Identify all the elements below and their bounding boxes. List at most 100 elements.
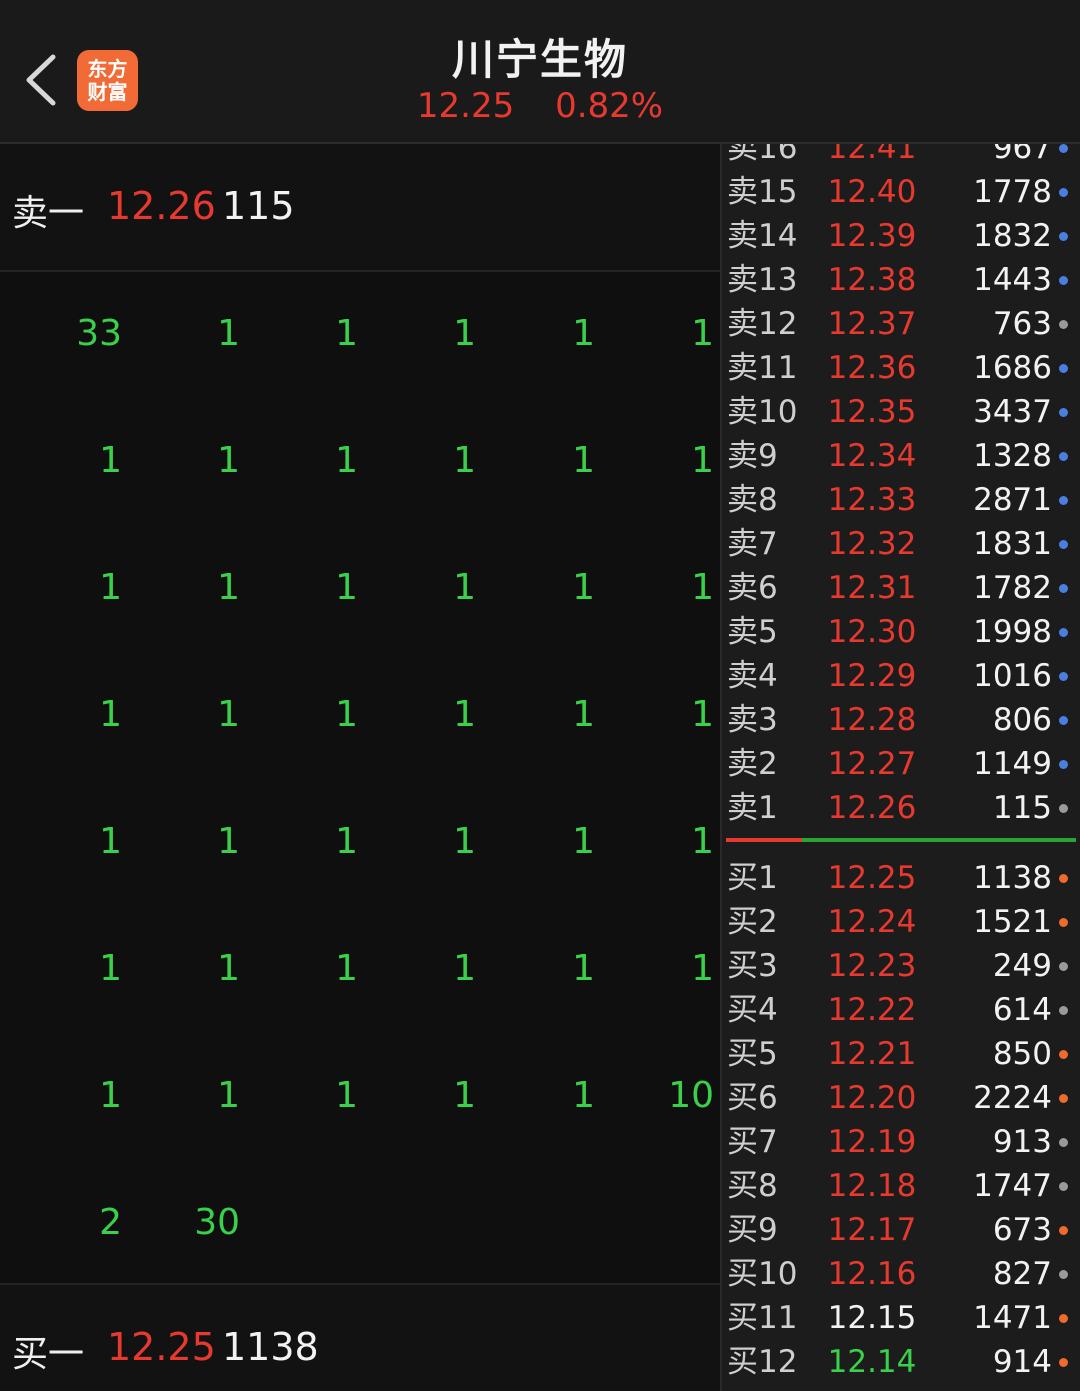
ask-level-row[interactable]: 卖8 12.33 2871: [722, 478, 1080, 522]
ask-level-row[interactable]: 卖10 12.35 3437: [722, 390, 1080, 434]
ask-one-bar[interactable]: 卖一 12.26 115: [0, 144, 720, 272]
bid-level-row[interactable]: 买2 12.24 1521: [722, 900, 1080, 944]
change-percent: 0.82%: [555, 86, 664, 126]
level-label: 卖15: [727, 174, 798, 210]
level-volume: 2224: [973, 1080, 1052, 1116]
level-volume: 673: [992, 1212, 1052, 1248]
ask-level-row[interactable]: 卖16 12.41 967: [722, 144, 1080, 170]
queue-order-size: 1: [99, 440, 122, 481]
queue-order-size: 1: [453, 440, 476, 481]
level-label: 买5: [727, 1036, 778, 1072]
ask-level-row[interactable]: 卖2 12.27 1149: [722, 742, 1080, 786]
level-volume: 913: [992, 1124, 1052, 1160]
level-volume: 3437: [973, 394, 1052, 430]
level-volume: 850: [992, 1036, 1052, 1072]
bid-one-bar[interactable]: 买一 12.25 1138: [0, 1283, 720, 1391]
ask-level-row[interactable]: 卖3 12.28 806: [722, 698, 1080, 742]
queue-row: 33 1 1 1 1 1: [0, 304, 720, 364]
queue-order-size: 1: [99, 821, 122, 862]
bid-one-label: 买一: [12, 1334, 85, 1375]
queue-order-size: 33: [76, 313, 122, 354]
queue-order-size: 10: [668, 1075, 714, 1116]
ask-level-row[interactable]: 卖7 12.32 1831: [722, 522, 1080, 566]
bid-level-row[interactable]: 买7 12.19 913: [722, 1120, 1080, 1164]
ask-level-row[interactable]: 卖14 12.39 1832: [722, 214, 1080, 258]
level-label: 卖12: [727, 306, 798, 342]
queue-row: 1 1 1 1 1 10: [0, 1066, 720, 1126]
level-volume: 1831: [973, 526, 1052, 562]
level-volume: 914: [992, 1344, 1052, 1380]
level-label: 买2: [727, 904, 778, 940]
level-price: 12.35: [827, 394, 917, 430]
ask-level-row[interactable]: 卖13 12.38 1443: [722, 258, 1080, 302]
bid-level-row[interactable]: 买11 12.15 1471: [722, 1296, 1080, 1340]
level-label: 买12: [727, 1344, 798, 1380]
level-label: 卖2: [727, 746, 778, 782]
queue-order-size: 2: [99, 1202, 122, 1243]
level-label: 卖16: [727, 144, 798, 166]
level-label: 买8: [727, 1168, 778, 1204]
ask-level-row[interactable]: 卖6 12.31 1782: [722, 566, 1080, 610]
queue-order-size: 1: [572, 567, 595, 608]
bid-level-row[interactable]: 买9 12.17 673: [722, 1208, 1080, 1252]
level-volume: 827: [992, 1256, 1052, 1292]
bid-level-row[interactable]: 买3 12.23 249: [722, 944, 1080, 988]
level-volume: 1782: [973, 570, 1052, 606]
queue-order-size: 1: [217, 948, 240, 989]
level-price: 12.27: [827, 746, 917, 782]
order-queue-panel: 卖一 12.26 115 33 1 1 1 1 1 1 1 1 1 1 1 1 1 1 1 1 1 1 1 1 1 1 1 1 1…: [0, 144, 720, 1391]
level-label: 买1: [727, 860, 778, 896]
level-label: 买10: [727, 1256, 798, 1292]
level-price: 12.37: [827, 306, 917, 342]
ask-level-row[interactable]: 卖5 12.30 1998: [722, 610, 1080, 654]
change-indicator-dot: [1059, 1006, 1068, 1015]
level-price: 12.34: [827, 438, 917, 474]
level-label: 卖9: [727, 438, 778, 474]
ask-one-price: 12.26: [107, 184, 216, 228]
level-volume: 1832: [973, 218, 1052, 254]
change-indicator-dot: [1059, 496, 1068, 505]
bid-level-row[interactable]: 买12 12.14 914: [722, 1340, 1080, 1384]
change-indicator-dot: [1059, 804, 1068, 813]
queue-order-size: 30: [194, 1202, 240, 1243]
queue-order-size: 1: [99, 948, 122, 989]
queue-order-size: 1: [453, 948, 476, 989]
level-price: 12.39: [827, 218, 917, 254]
bid-level-row[interactable]: 买5 12.21 850: [722, 1032, 1080, 1076]
queue-order-size: 1: [335, 567, 358, 608]
change-indicator-dot: [1059, 1094, 1068, 1103]
level-volume: 967: [992, 144, 1052, 166]
level-price: 12.22: [827, 992, 917, 1028]
change-indicator-dot: [1059, 1270, 1068, 1279]
bid-level-row[interactable]: 买10 12.16 827: [722, 1252, 1080, 1296]
ask-level-row[interactable]: 卖9 12.34 1328: [722, 434, 1080, 478]
change-indicator-dot: [1059, 628, 1068, 637]
queue-order-size: 1: [691, 567, 714, 608]
queue-order-size: 1: [217, 821, 240, 862]
level-label: 买4: [727, 992, 778, 1028]
level-volume: 115: [992, 790, 1052, 826]
queue-order-size: 1: [691, 313, 714, 354]
ask-level-row[interactable]: 卖15 12.40 1778: [722, 170, 1080, 214]
level-label: 卖3: [727, 702, 778, 738]
bid-level-row[interactable]: 买1 12.25 1138: [722, 856, 1080, 900]
queue-order-size: 1: [99, 694, 122, 735]
ask-level-row[interactable]: 卖11 12.36 1686: [722, 346, 1080, 390]
queue-order-size: 1: [453, 1075, 476, 1116]
ask-level-row[interactable]: 卖4 12.29 1016: [722, 654, 1080, 698]
level-label: 卖10: [727, 394, 798, 430]
queue-order-size: 1: [335, 1075, 358, 1116]
level-price: 12.21: [827, 1036, 917, 1072]
level-price: 12.41: [827, 144, 917, 166]
queue-row: 1 1 1 1 1 1: [0, 685, 720, 745]
ask-level-row[interactable]: 卖1 12.26 115: [722, 786, 1080, 830]
change-indicator-dot: [1059, 232, 1068, 241]
level-price: 12.15: [827, 1300, 917, 1336]
queue-row: 1 1 1 1 1 1: [0, 558, 720, 618]
bid-level-row[interactable]: 买4 12.22 614: [722, 988, 1080, 1032]
ask-level-row[interactable]: 卖12 12.37 763: [722, 302, 1080, 346]
order-book[interactable]: 卖16 12.41 967 卖15 12.40 1778 卖14 12.39 1832 卖13 12…: [722, 144, 1080, 1391]
bid-level-row[interactable]: 买8 12.18 1747: [722, 1164, 1080, 1208]
level-label: 买9: [727, 1212, 778, 1248]
bid-level-row[interactable]: 买6 12.20 2224: [722, 1076, 1080, 1120]
